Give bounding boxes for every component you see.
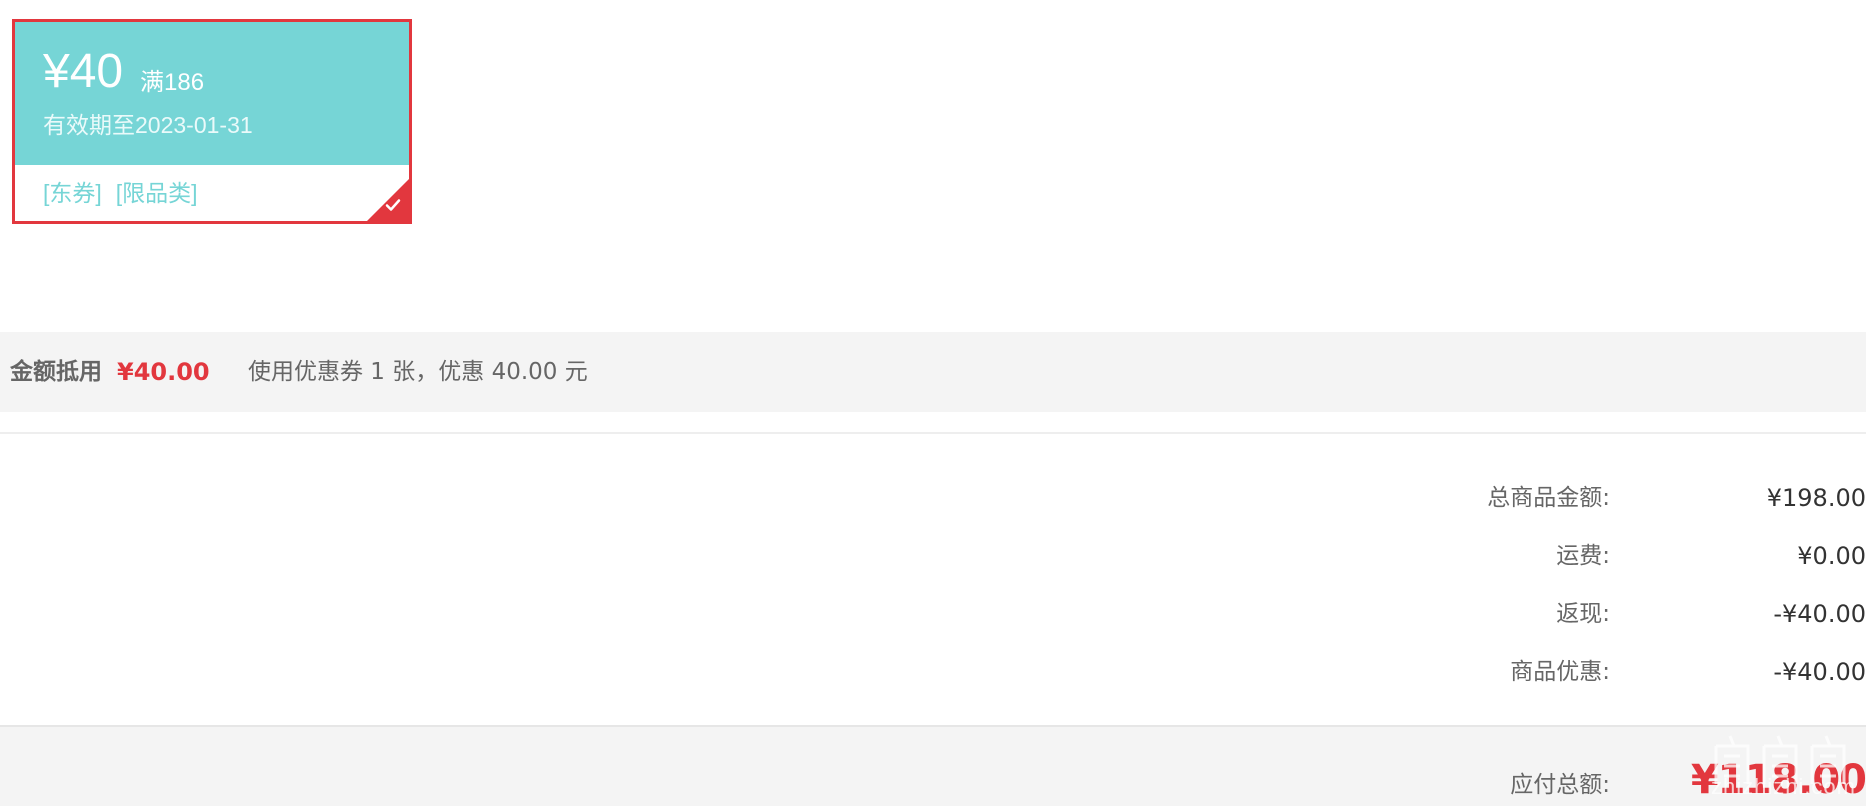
summary-value: -¥40.00	[1773, 658, 1866, 686]
total-label: 应付总额:	[1510, 772, 1610, 798]
order-coupon-page: ¥40 满186 有效期至2023-01-31 [东券] [限品类] 金额抵用 ¥…	[0, 0, 1866, 806]
checkmark-icon	[385, 199, 401, 211]
summary-value: -¥40.00	[1773, 600, 1866, 628]
coupon-tags: [东券] [限品类]	[43, 178, 212, 208]
coupon-tag: [限品类]	[115, 180, 198, 206]
summary-value: ¥198.00	[1766, 484, 1866, 512]
total-payable-bar: 应付总额: ¥118.00	[0, 725, 1866, 806]
coupon-card[interactable]: ¥40 满186 有效期至2023-01-31 [东券] [限品类]	[12, 19, 412, 224]
summary-row-cashback: 返现: -¥40.00	[0, 596, 1866, 632]
discount-note: 使用优惠券 1 张，优惠 40.00 元	[248, 359, 588, 385]
summary-label: 总商品金额:	[1487, 485, 1610, 511]
summary-value: ¥0.00	[1797, 542, 1866, 570]
summary-label: 运费:	[1556, 543, 1610, 569]
summary-row-shipping: 运费: ¥0.00	[0, 538, 1866, 574]
coupon-header: ¥40 满186 有效期至2023-01-31	[15, 22, 409, 165]
coupon-threshold: 满186	[140, 69, 205, 96]
summary-label: 商品优惠:	[1510, 659, 1610, 685]
section-divider	[0, 432, 1866, 434]
summary-label: 返现:	[1556, 601, 1610, 627]
discount-summary-bar: 金额抵用 ¥40.00 使用优惠券 1 张，优惠 40.00 元	[0, 332, 1866, 412]
coupon-amount: ¥40	[43, 45, 124, 98]
summary-row-product-discount: 商品优惠: -¥40.00	[0, 654, 1866, 690]
coupon-validity: 有效期至2023-01-31	[43, 112, 253, 138]
discount-label: 金额抵用	[10, 359, 102, 385]
discount-amount: ¥40.00	[117, 358, 210, 386]
summary-row-subtotal: 总商品金额: ¥198.00	[0, 480, 1866, 516]
coupon-tag: [东券]	[43, 180, 102, 206]
watermark-text: zhizhizhi.com	[1710, 774, 1856, 799]
